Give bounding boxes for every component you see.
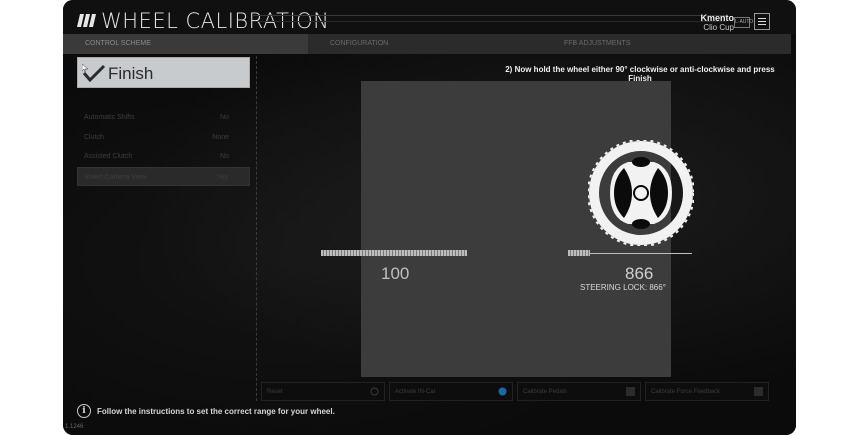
calibrate-pedals-label: Calibrate Pedals: [523, 389, 568, 395]
setting-label: Automatic Shifts: [84, 114, 135, 121]
help-text: Follow the instructions to set the corre…: [97, 407, 335, 416]
steering-wheel-icon: [588, 140, 694, 246]
mouse-cursor-icon: [82, 64, 88, 72]
profile-badge: L·AUTO: [734, 17, 753, 28]
tab-bar: CONTROL SCHEME CONFIGURATION FFB ADJUSTM…: [63, 34, 796, 54]
setting-value: No: [220, 114, 229, 121]
setting-label: Assisted Clutch: [84, 153, 133, 160]
setting-value: Yes: [216, 173, 228, 181]
tab-configuration[interactable]: CONFIGURATION: [308, 34, 542, 54]
setting-value: No: [220, 153, 229, 160]
activate-in-car-toggle[interactable]: Activate IN-Car: [389, 382, 513, 401]
tab-ffb-adjustments[interactable]: FFB ADJUSTMENTS: [542, 34, 791, 54]
calibrate-ffb-label: Calibrate Force Feedback: [651, 389, 721, 395]
range-bar-right: [568, 250, 590, 256]
setting-row[interactable]: Clutch None: [77, 128, 250, 148]
range-track-right: [590, 253, 692, 254]
title-bar: WHEEL CALIBRATION Kmento Clio Cup L·AUTO: [63, 0, 796, 34]
setting-row-selected[interactable]: Invert Camera View Yes: [77, 166, 250, 186]
finish-button[interactable]: Finish: [77, 57, 250, 88]
reset-label: Reset: [267, 389, 283, 395]
activate-in-car-label: Activate IN-Car: [395, 389, 436, 395]
profile-info[interactable]: Kmento Clio Cup: [701, 13, 735, 33]
reset-icon: [370, 387, 379, 396]
calibrate-pedals-button[interactable]: Calibrate Pedals: [517, 382, 641, 401]
range-bar-left: [321, 250, 467, 256]
setting-row[interactable]: Automatic Shifts No: [77, 108, 250, 128]
profile-name: Kmento: [700, 13, 735, 23]
steering-lock-readout: STEERING LOCK: 866°: [580, 283, 666, 292]
instruction-text: 2) Now hold the wheel either 90° clockwi…: [505, 65, 775, 83]
finish-label: Finish: [108, 64, 154, 83]
settings-list: Automatic Shifts No Clutch None Assisted…: [77, 108, 250, 186]
version-label: 1.1246: [65, 424, 84, 430]
reset-button[interactable]: Reset: [261, 382, 385, 401]
setting-label: Invert Camera View: [85, 173, 147, 181]
menu-icon: [758, 18, 766, 19]
app-window: WHEEL CALIBRATION Kmento Clio Cup L·AUTO…: [63, 0, 796, 435]
toggle-icon: [498, 387, 507, 396]
setting-value: None: [212, 133, 229, 141]
setting-label: Clutch: [84, 133, 104, 141]
bottom-controls: Reset Activate IN-Car Calibrate Pedals C…: [261, 382, 771, 401]
title-divider: [253, 15, 726, 16]
right-value: 866: [625, 264, 654, 283]
setting-row[interactable]: Assisted Clutch No: [77, 147, 250, 167]
menu-button[interactable]: [754, 13, 770, 30]
checkbox-icon: [626, 387, 635, 396]
info-icon: i: [77, 404, 91, 418]
title-divider: [253, 21, 726, 22]
app-logo-icon: [77, 14, 96, 27]
checkbox-icon: [754, 387, 763, 396]
left-value: 100: [381, 264, 410, 283]
calibrate-force-feedback-button[interactable]: Calibrate Force Feedback: [645, 382, 769, 401]
profile-car: Clio Cup: [703, 23, 734, 32]
panel-divider: [256, 56, 257, 401]
tab-control-scheme[interactable]: CONTROL SCHEME: [63, 34, 308, 54]
